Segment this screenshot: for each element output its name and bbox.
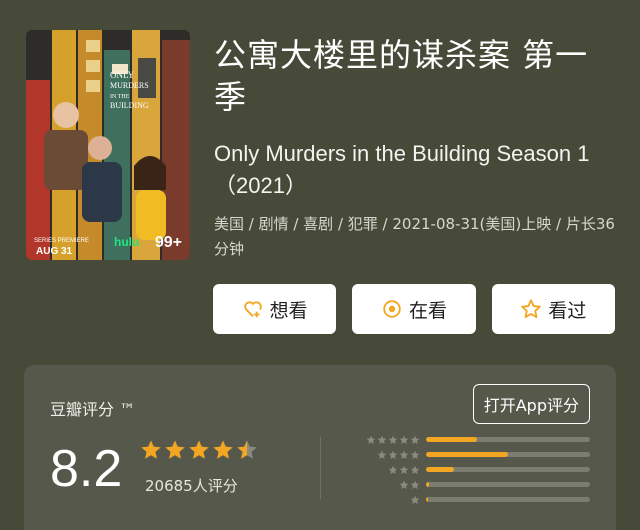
original-title: Only Murders in the Building Season 1（20… bbox=[214, 141, 590, 198]
distribution-bar-track bbox=[426, 497, 590, 502]
distribution-bar-fill bbox=[426, 452, 508, 457]
mini-star-icon bbox=[410, 450, 420, 459]
page-title: 公寓大楼里的谋杀案 第一季 bbox=[214, 36, 589, 116]
mini-star-icon bbox=[366, 435, 376, 444]
mini-star-icon bbox=[388, 450, 398, 459]
rating-star-icon bbox=[213, 440, 233, 459]
want-to-watch-button[interactable]: 想看 bbox=[213, 284, 337, 334]
distribution-row-3 bbox=[362, 462, 594, 477]
star-outline-icon bbox=[521, 299, 542, 318]
distribution-bar-track bbox=[426, 452, 590, 457]
mini-star-icon bbox=[410, 480, 420, 489]
mini-star-icon bbox=[399, 435, 409, 444]
mini-star-icon bbox=[388, 465, 398, 474]
mini-star-icon bbox=[399, 465, 409, 474]
distribution-row-2 bbox=[362, 477, 594, 492]
mini-star-icon bbox=[377, 450, 387, 459]
want-to-watch-label: 想看 bbox=[269, 299, 308, 322]
distribution-bar-fill bbox=[426, 482, 430, 487]
svg-text:BUILDING: BUILDING bbox=[110, 101, 149, 110]
distribution-stars bbox=[362, 435, 420, 445]
action-bar: 想看 在看 看过 bbox=[213, 284, 615, 334]
svg-text:AUG 31: AUG 31 bbox=[36, 246, 73, 257]
heart-plus-icon bbox=[243, 301, 262, 318]
target-icon bbox=[383, 300, 401, 318]
poster-image[interactable]: ONLY MURDERS IN THE BUILDING SERIES PREM… bbox=[26, 30, 190, 260]
rating-distribution bbox=[362, 432, 594, 507]
watched-button[interactable]: 看过 bbox=[491, 284, 615, 334]
distribution-bar-track bbox=[426, 467, 590, 472]
rating-count[interactable]: 20685人评分 bbox=[145, 475, 238, 496]
poster-artwork: ONLY MURDERS IN THE BUILDING SERIES PREM… bbox=[26, 30, 190, 260]
watched-label: 看过 bbox=[548, 299, 587, 322]
distribution-stars bbox=[362, 495, 420, 505]
distribution-row-4 bbox=[362, 447, 594, 462]
distribution-stars bbox=[362, 480, 420, 490]
movie-meta: 美国 / 剧情 / 喜剧 / 犯罪 / 2021-08-31(美国)上映 / 片… bbox=[214, 215, 615, 258]
poster-badge: 99+ bbox=[154, 234, 182, 251]
watching-button[interactable]: 在看 bbox=[352, 284, 476, 334]
distribution-row-1 bbox=[362, 492, 594, 507]
mini-star-icon bbox=[399, 480, 409, 489]
svg-text:SERIES PREMIERE: SERIES PREMIERE bbox=[34, 238, 89, 244]
open-app-rate-button[interactable]: 打开App评分 bbox=[472, 384, 590, 424]
divider bbox=[320, 437, 321, 499]
distribution-bar-track bbox=[426, 482, 590, 487]
rating-star-icon bbox=[141, 440, 161, 459]
rating-label: 豆瓣评分 ™ bbox=[50, 400, 136, 419]
mini-star-icon bbox=[388, 435, 398, 444]
mini-star-icon bbox=[410, 495, 420, 504]
svg-text:ONLY: ONLY bbox=[110, 70, 135, 80]
rating-star-icon bbox=[237, 440, 257, 459]
distribution-stars bbox=[362, 450, 420, 460]
distribution-bar-track bbox=[426, 437, 590, 442]
mini-star-icon bbox=[410, 435, 420, 444]
mini-star-icon bbox=[410, 465, 420, 474]
distribution-bar-fill bbox=[426, 497, 428, 502]
distribution-row-5 bbox=[362, 432, 594, 447]
distribution-bar-fill bbox=[426, 437, 477, 442]
svg-text:hulu: hulu bbox=[114, 235, 139, 249]
mini-star-icon bbox=[399, 450, 409, 459]
svg-text:MURDERS: MURDERS bbox=[110, 81, 149, 90]
rating-star-icon bbox=[189, 440, 209, 459]
watching-label: 在看 bbox=[408, 299, 447, 322]
distribution-stars bbox=[362, 465, 420, 475]
rating-star-icon bbox=[165, 440, 185, 459]
rating-card: 豆瓣评分 ™ 打开App评分 8.2 20685人评分 bbox=[24, 365, 616, 530]
svg-text:IN THE: IN THE bbox=[110, 94, 130, 100]
mini-star-icon bbox=[377, 435, 387, 444]
rating-score: 8.2 bbox=[50, 440, 123, 498]
rating-stars bbox=[140, 439, 258, 461]
distribution-bar-fill bbox=[426, 467, 454, 472]
